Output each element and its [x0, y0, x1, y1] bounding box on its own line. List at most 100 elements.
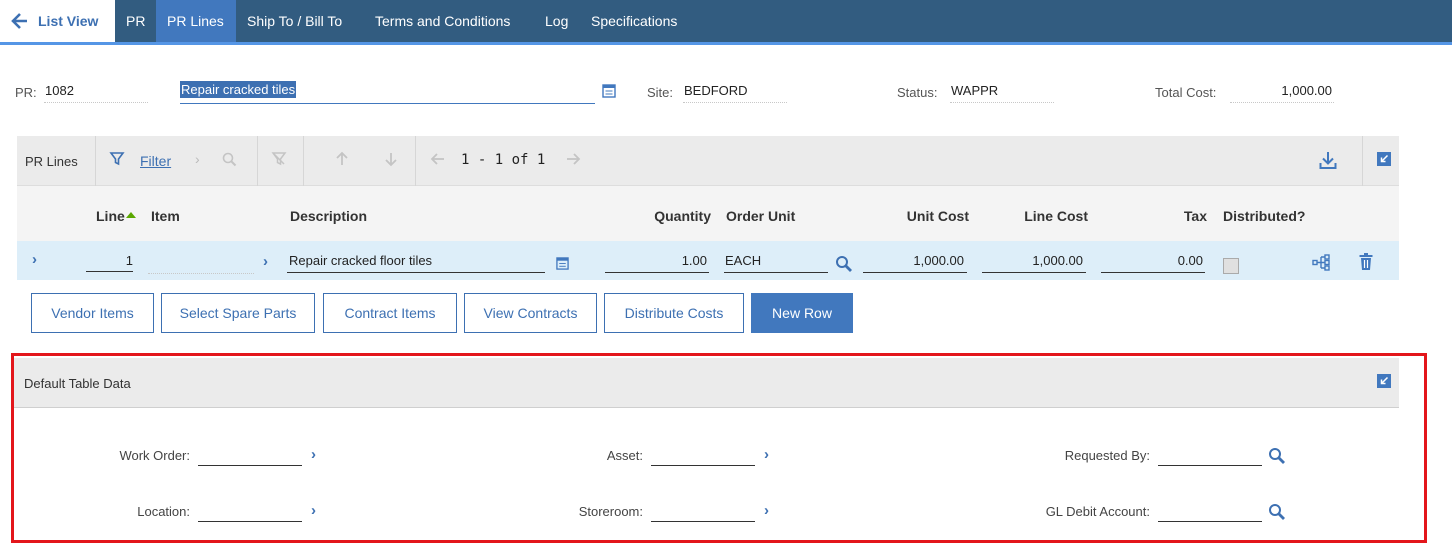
filter-link[interactable]: Filter	[140, 153, 171, 169]
location-field[interactable]	[198, 521, 302, 522]
default-table-data-title: Default Table Data	[24, 376, 131, 391]
move-up-icon	[334, 151, 350, 172]
tab-specifications[interactable]: Specifications	[580, 0, 688, 42]
description-field[interactable]: Repair cracked tiles	[180, 80, 595, 104]
row-line-cost-value: 1,000.00	[1032, 253, 1083, 268]
row-expand-chevron-icon[interactable]: ›	[32, 251, 37, 268]
site-value[interactable]: BEDFORD	[684, 83, 748, 98]
previous-page-icon	[430, 152, 446, 171]
tab-bar-underline	[0, 42, 1452, 45]
tab-bar: List View PR PR Lines Ship To / Bill To …	[0, 0, 1452, 42]
order-unit-lookup-icon[interactable]	[835, 255, 853, 278]
work-order-label: Work Order:	[119, 448, 190, 463]
select-spare-parts-button[interactable]: Select Spare Parts	[161, 293, 315, 333]
gl-debit-account-label: GL Debit Account:	[1045, 504, 1150, 519]
column-header-item[interactable]: Item	[151, 208, 180, 224]
distribution-tree-icon[interactable]	[1312, 254, 1331, 276]
gl-debit-account-lookup-icon[interactable]	[1268, 503, 1286, 526]
row-quantity-value[interactable]: 1.00	[605, 253, 707, 268]
delete-row-trash-icon[interactable]	[1359, 253, 1373, 275]
default-table-data-header: Default Table Data	[14, 358, 1399, 408]
row-line-value[interactable]: 1	[86, 253, 133, 268]
toolbar-divider	[257, 136, 258, 186]
column-header-description[interactable]: Description	[290, 208, 367, 224]
column-header-tax[interactable]: Tax	[1100, 208, 1207, 224]
asset-label: Asset:	[606, 448, 643, 463]
toolbar-divider	[1362, 136, 1363, 186]
row-order-unit-underline	[724, 272, 828, 273]
column-header-line-label: Line	[96, 208, 125, 224]
row-description-underline	[287, 272, 545, 273]
tab-terms-and-conditions[interactable]: Terms and Conditions	[364, 0, 521, 42]
requested-by-lookup-icon[interactable]	[1268, 447, 1286, 470]
toolbar-divider	[303, 136, 304, 186]
asset-field[interactable]	[651, 465, 755, 466]
tab-ship-to-bill-to[interactable]: Ship To / Bill To	[236, 0, 353, 42]
column-header-quantity[interactable]: Quantity	[600, 208, 711, 224]
distribute-costs-button[interactable]: Distribute Costs	[604, 293, 744, 333]
row-description-value[interactable]: Repair cracked floor tiles	[289, 253, 432, 268]
row-line-cost-underline	[982, 272, 1086, 273]
row-line-underline	[86, 271, 133, 272]
asset-detail-chevron-icon[interactable]: ›	[764, 446, 769, 463]
chevron-right-icon: ›	[195, 151, 200, 167]
long-description-icon[interactable]	[602, 84, 616, 103]
move-down-icon	[383, 151, 399, 172]
row-tax-underline	[1101, 272, 1205, 273]
total-cost-underline	[1230, 102, 1334, 103]
row-unit-cost-underline	[863, 272, 967, 273]
filter-icon[interactable]	[109, 151, 125, 172]
row-long-description-icon[interactable]	[556, 257, 569, 275]
site-underline	[683, 102, 787, 103]
tab-list-view-label: List View	[38, 13, 99, 29]
row-tax-value[interactable]: 0.00	[1101, 253, 1203, 268]
pr-label: PR:	[15, 85, 37, 100]
next-page-icon	[565, 152, 581, 171]
description-selected-text: Repair cracked tiles	[180, 81, 297, 98]
storeroom-label: Storeroom:	[578, 504, 643, 519]
tab-pr[interactable]: PR	[115, 0, 156, 42]
sort-ascending-icon	[125, 212, 136, 218]
column-header-line[interactable]: Line	[96, 208, 136, 224]
column-header-unit-cost[interactable]: Unit Cost	[860, 208, 969, 224]
row-order-unit-value[interactable]: EACH	[725, 253, 761, 268]
total-cost-value: 1,000.00	[1281, 83, 1332, 98]
gl-debit-account-field[interactable]	[1158, 521, 1262, 522]
pr-number-underline	[44, 102, 148, 103]
new-row-button[interactable]: New Row	[751, 293, 853, 333]
work-order-field[interactable]	[198, 465, 302, 466]
status-underline	[950, 102, 1054, 103]
tab-list-view[interactable]: List View	[0, 0, 115, 42]
row-item-underline	[148, 273, 254, 274]
toolbar-divider	[95, 136, 96, 186]
storeroom-field[interactable]	[651, 521, 755, 522]
item-detail-chevron-icon[interactable]: ›	[263, 253, 268, 270]
storeroom-detail-chevron-icon[interactable]: ›	[764, 502, 769, 519]
toolbar-divider	[415, 136, 416, 186]
row-unit-cost-value[interactable]: 1,000.00	[863, 253, 964, 268]
location-label: Location:	[137, 504, 190, 519]
pr-number-value[interactable]: 1082	[45, 83, 74, 98]
collapse-section-icon[interactable]	[1377, 374, 1391, 393]
site-label: Site:	[647, 85, 674, 100]
status-value[interactable]: WAPPR	[951, 83, 998, 98]
table-title: PR Lines	[25, 154, 78, 169]
work-order-detail-chevron-icon[interactable]: ›	[311, 446, 316, 463]
column-header-distributed[interactable]: Distributed?	[1223, 208, 1305, 224]
collapse-table-icon[interactable]	[1377, 152, 1391, 171]
total-cost-label: Total Cost:	[1155, 85, 1217, 100]
download-icon[interactable]	[1319, 150, 1337, 175]
requested-by-field[interactable]	[1158, 465, 1262, 466]
search-icon	[222, 152, 237, 172]
tab-pr-lines[interactable]: PR Lines	[156, 0, 236, 42]
vendor-items-button[interactable]: Vendor Items	[31, 293, 154, 333]
column-header-line-cost[interactable]: Line Cost	[980, 208, 1088, 224]
location-detail-chevron-icon[interactable]: ›	[311, 502, 316, 519]
status-label: Status:	[897, 85, 938, 100]
tab-log[interactable]: Log	[534, 0, 579, 42]
view-contracts-button[interactable]: View Contracts	[464, 293, 597, 333]
column-header-order-unit[interactable]: Order Unit	[726, 208, 795, 224]
contract-items-button[interactable]: Contract Items	[323, 293, 457, 333]
back-arrow-icon	[9, 0, 31, 59]
distributed-checkbox[interactable]	[1223, 258, 1239, 274]
